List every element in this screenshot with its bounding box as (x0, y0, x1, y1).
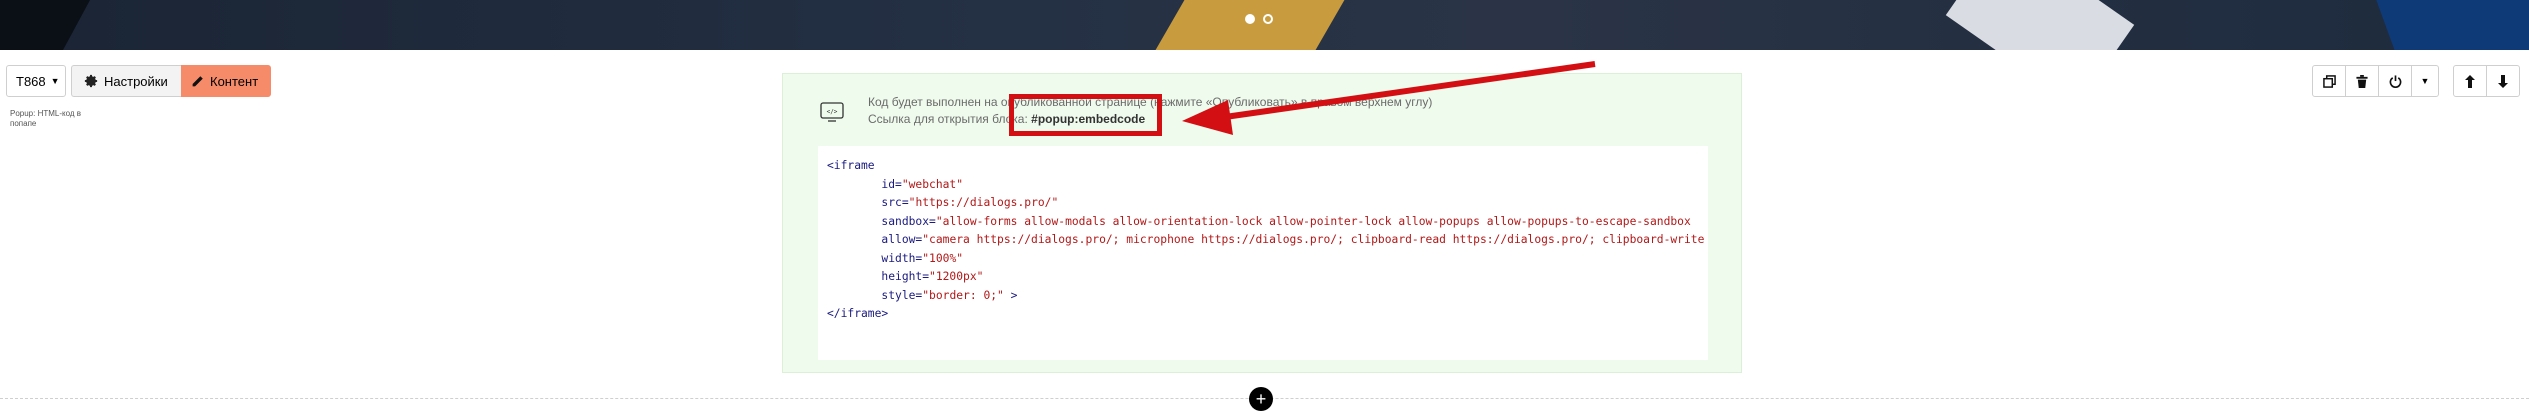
code-tag-end: > (1003, 288, 1018, 302)
code-value: "camera https://dialogs.pro/; microphone… (922, 233, 1705, 246)
code-value: "100%" (922, 251, 964, 265)
block-description: Popup: HTML-код в попапе (10, 109, 82, 128)
banner-shape (0, 0, 90, 50)
code-value: "border: 0;" (922, 288, 1004, 302)
pencil-icon (192, 75, 203, 86)
block-id-label: T868 (16, 73, 46, 89)
move-up-button[interactable] (2453, 65, 2487, 97)
code-attr: src= (881, 196, 909, 209)
open-link-label: Ссылка для открытия блока: (868, 112, 1028, 126)
block-id-dropdown[interactable]: T868 ▼ (6, 65, 66, 97)
delete-button[interactable] (2345, 65, 2379, 97)
hero-banner (0, 0, 2529, 50)
arrow-up-icon (2465, 74, 2475, 88)
code-attr: allow= (881, 233, 923, 246)
code-content: <iframe id="webchat" src="https://dialog… (827, 157, 1704, 324)
gear-icon (84, 74, 98, 88)
duplicate-button[interactable] (2312, 65, 2346, 97)
code-close-tag: </iframe> (827, 307, 889, 320)
code-value: "webchat" (901, 177, 964, 191)
more-options-button[interactable]: ▼ (2411, 65, 2439, 97)
code-embed-icon: </> (820, 102, 844, 122)
banner-shape (1945, 0, 2135, 50)
slider-dot[interactable] (1263, 14, 1273, 24)
banner-shape (1144, 0, 1356, 50)
code-value: "allow-forms allow-modals allow-orientat… (935, 214, 1691, 228)
arrow-down-icon (2498, 74, 2508, 88)
power-icon (2389, 74, 2401, 88)
duplicate-icon (2322, 74, 2336, 88)
code-value: "1200px" (929, 270, 984, 283)
code-attr: width= (881, 251, 923, 265)
plus-icon: + (1255, 389, 1267, 409)
code-open-tag: <iframe (827, 159, 875, 172)
slider-dot-active[interactable] (1245, 14, 1255, 24)
code-value: "https://dialogs.pro/" (908, 196, 1059, 209)
trash-icon (2356, 74, 2368, 88)
code-attr: id= (881, 177, 902, 191)
slider-dots (1245, 14, 1273, 24)
add-block-button[interactable]: + (1249, 387, 1273, 411)
code-attr: sandbox= (881, 214, 936, 228)
content-label: Контент (210, 73, 259, 89)
settings-label: Настройки (104, 73, 168, 89)
svg-text:</>: </> (827, 109, 838, 116)
banner-shape (2375, 0, 2529, 50)
code-attr: height= (881, 270, 930, 283)
embed-code-block[interactable]: </> Код будет выполнен на опубликованной… (782, 73, 1742, 373)
highlight-box (1009, 94, 1162, 136)
content-button[interactable]: Контент (181, 65, 271, 97)
caret-down-icon: ▼ (50, 76, 60, 86)
settings-button[interactable]: Настройки (71, 65, 182, 97)
move-down-button[interactable] (2486, 65, 2520, 97)
code-attr: style= (881, 288, 923, 302)
toggle-visibility-button[interactable] (2378, 65, 2412, 97)
chevron-down-icon: ▼ (2420, 76, 2430, 86)
code-viewer[interactable]: <iframe id="webchat" src="https://dialog… (818, 146, 1708, 360)
